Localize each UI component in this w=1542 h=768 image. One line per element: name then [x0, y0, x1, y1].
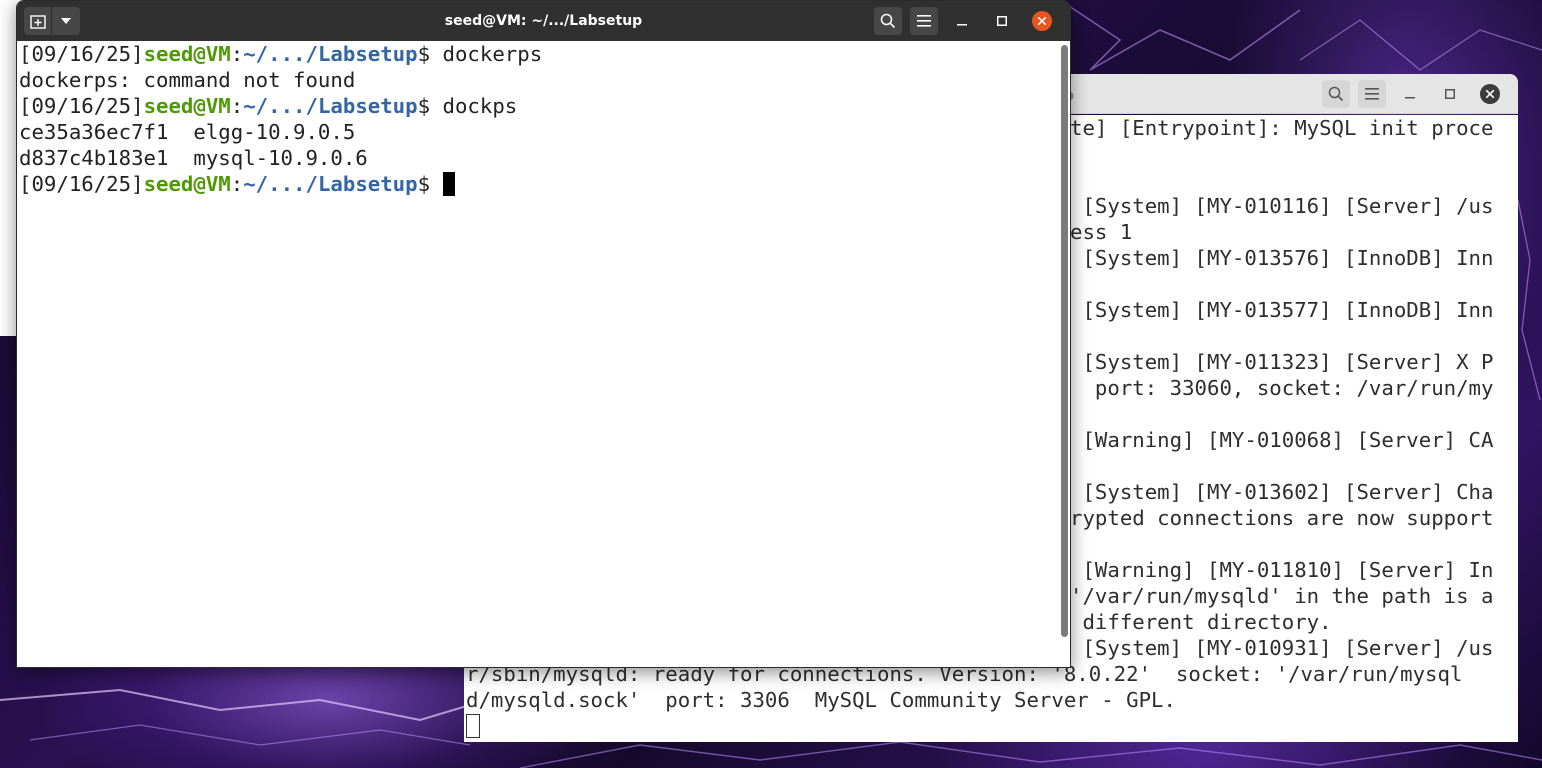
- maximize-icon: [1445, 89, 1455, 99]
- output-line: dockerps: command not found: [19, 68, 356, 92]
- close-icon: [1480, 84, 1500, 104]
- new-tab-button[interactable]: [24, 7, 52, 35]
- command-text: dockps: [442, 94, 518, 118]
- command-line: [09/16/25]seed@VM:~/.../Labsetup$ docker…: [19, 41, 1070, 67]
- log-line: d/mysqld.sock' port: 3306 MySQL Communit…: [466, 688, 1176, 712]
- new-tab-icon: [29, 15, 46, 29]
- prompt-user: seed@VM: [143, 42, 231, 66]
- close-button[interactable]: [1026, 7, 1058, 35]
- chevron-down-icon: [61, 18, 71, 24]
- log-line: [464, 713, 1493, 739]
- scrollbar[interactable]: [1061, 45, 1068, 637]
- search-icon: [1328, 86, 1344, 102]
- prompt-dollar: $: [417, 42, 443, 66]
- tab-menu-button[interactable]: [52, 7, 80, 35]
- hamburger-menu-icon: [917, 15, 931, 27]
- prompt-user: seed@VM: [143, 94, 231, 118]
- search-button[interactable]: [1322, 80, 1350, 108]
- text-cursor: [442, 172, 455, 196]
- prompt-date: [09/16/25]: [19, 172, 144, 196]
- search-icon: [880, 13, 896, 29]
- text-cursor: [466, 714, 480, 738]
- prompt-user: seed@VM: [143, 172, 231, 196]
- maximize-button[interactable]: [1434, 80, 1466, 108]
- prompt-colon: :: [230, 94, 244, 118]
- active-prompt-line[interactable]: [09/16/25]seed@VM:~/.../Labsetup$: [19, 171, 1070, 197]
- menu-button[interactable]: [910, 7, 938, 35]
- command-text: dockerps: [442, 42, 543, 66]
- prompt-path: ~/.../Labsetup: [243, 172, 418, 196]
- maximize-icon: [997, 16, 1007, 26]
- minimize-button[interactable]: [946, 7, 978, 35]
- minimize-button[interactable]: [1394, 80, 1426, 108]
- titlebar[interactable]: seed@VM: ~/.../Labsetup: [17, 1, 1070, 41]
- hamburger-menu-icon: [1365, 88, 1379, 100]
- minimize-icon: [1405, 97, 1415, 99]
- prompt-dollar: $: [417, 94, 443, 118]
- prompt-date: [09/16/25]: [19, 42, 144, 66]
- menu-button[interactable]: [1358, 80, 1386, 108]
- output-line: ce35a36ec7f1 elgg-10.9.0.5: [19, 120, 356, 144]
- minimize-icon: [957, 24, 967, 26]
- maximize-button[interactable]: [986, 7, 1018, 35]
- prompt-date: [09/16/25]: [19, 94, 144, 118]
- window-title: seed@VM: ~/.../Labsetup: [444, 13, 643, 29]
- close-button[interactable]: [1474, 80, 1506, 108]
- prompt-dollar: $: [417, 172, 443, 196]
- prompt-path: ~/.../Labsetup: [243, 42, 418, 66]
- front-terminal-window[interactable]: seed@VM: ~/.../Labsetup [09/16/25]seed@V…: [16, 0, 1071, 668]
- search-button[interactable]: [874, 7, 902, 35]
- command-line: [09/16/25]seed@VM:~/.../Labsetup$ dockps: [19, 93, 1070, 119]
- close-icon: [1032, 11, 1052, 31]
- prompt-colon: :: [230, 172, 244, 196]
- output-line: d837c4b183e1 mysql-10.9.0.6: [19, 146, 368, 170]
- terminal-content[interactable]: [09/16/25]seed@VM:~/.../Labsetup$ docker…: [17, 41, 1070, 667]
- prompt-colon: :: [230, 42, 244, 66]
- prompt-path: ~/.../Labsetup: [243, 94, 418, 118]
